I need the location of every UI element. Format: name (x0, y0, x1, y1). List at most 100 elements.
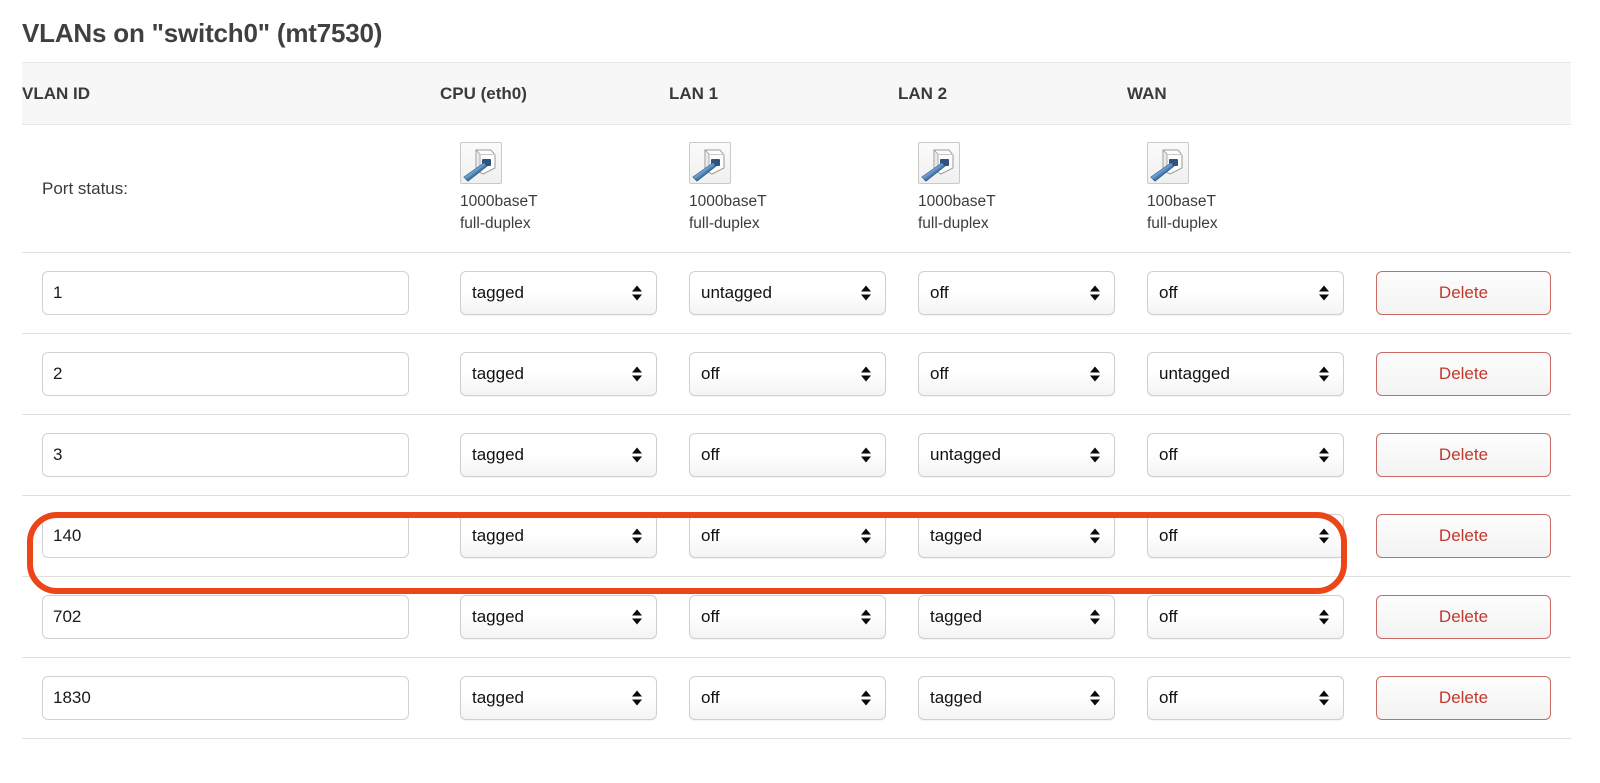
delete-button[interactable]: Delete (1376, 352, 1551, 396)
lan2-port-cell: untagged (898, 414, 1127, 496)
stepper-arrows-icon[interactable] (1090, 285, 1100, 301)
port-mode-select-lan2[interactable]: off (918, 352, 1115, 396)
stepper-arrows-icon[interactable] (861, 609, 871, 625)
port-mode-select-wan[interactable]: off (1147, 271, 1344, 315)
port-mode-select-cpu[interactable]: tagged (460, 433, 657, 477)
port-duplex: full-duplex (460, 215, 531, 232)
ethernet-port-icon (460, 141, 502, 184)
port-mode-select-lan2[interactable]: off (918, 271, 1115, 315)
vlan-id-input[interactable] (42, 433, 409, 477)
table-row: tagged off tagged (22, 576, 1571, 658)
port-mode-select-lan1[interactable]: off (689, 676, 886, 720)
wan-port-cell: off (1127, 252, 1356, 334)
cpu-port-cell: tagged (440, 414, 669, 496)
port-status-cell-cpu: 1000baseT full-duplex (440, 124, 669, 253)
vlan-id-input[interactable] (42, 514, 409, 558)
port-mode-select-wan[interactable]: off (1147, 676, 1344, 720)
column-header-lan-1: LAN 1 (669, 62, 898, 125)
column-header-actions (1356, 62, 1571, 125)
port-mode-select-cpu[interactable]: tagged (460, 595, 657, 639)
cpu-port-cell: tagged (440, 657, 669, 739)
port-duplex: full-duplex (689, 215, 760, 232)
port-mode-value: off (1159, 526, 1178, 545)
stepper-arrows-icon[interactable] (861, 366, 871, 382)
vlan-id-input[interactable] (42, 271, 409, 315)
delete-button[interactable]: Delete (1376, 514, 1551, 558)
stepper-arrows-icon[interactable] (1090, 447, 1100, 463)
port-mode-select-wan[interactable]: off (1147, 514, 1344, 558)
vlan-id-cell (22, 333, 440, 415)
vlan-table: VLAN ID CPU (eth0) LAN 1 LAN 2 WAN Port … (22, 62, 1571, 739)
port-mode-value: untagged (930, 445, 1001, 464)
port-mode-select-lan1[interactable]: off (689, 433, 886, 477)
port-status-cell-actions (1356, 124, 1571, 253)
port-mode-value: off (930, 283, 949, 302)
port-status-label: Port status: (42, 178, 128, 198)
port-speed: 1000baseT (689, 192, 767, 210)
stepper-arrows-icon[interactable] (1319, 528, 1329, 544)
cpu-port-cell: tagged (440, 252, 669, 334)
port-mode-value: tagged (472, 364, 524, 383)
port-mode-value: tagged (930, 688, 982, 707)
table-row: tagged untagged off (22, 252, 1571, 334)
port-mode-select-lan2[interactable]: tagged (918, 676, 1115, 720)
port-status-cell-lan2: 1000baseT full-duplex (898, 124, 1127, 253)
stepper-arrows-icon[interactable] (1319, 366, 1329, 382)
port-mode-value: off (1159, 445, 1178, 464)
port-mode-value: tagged (472, 445, 524, 464)
actions-cell: Delete (1356, 576, 1571, 658)
stepper-arrows-icon[interactable] (861, 528, 871, 544)
port-speed: 1000baseT (460, 192, 538, 210)
port-mode-select-wan[interactable]: off (1147, 433, 1344, 477)
stepper-arrows-icon[interactable] (632, 690, 642, 706)
port-mode-select-lan1[interactable]: untagged (689, 271, 886, 315)
stepper-arrows-icon[interactable] (632, 447, 642, 463)
port-duplex: full-duplex (1147, 215, 1218, 232)
stepper-arrows-icon[interactable] (1319, 447, 1329, 463)
stepper-arrows-icon[interactable] (1319, 609, 1329, 625)
stepper-arrows-icon[interactable] (632, 285, 642, 301)
actions-cell: Delete (1356, 495, 1571, 577)
actions-cell: Delete (1356, 252, 1571, 334)
stepper-arrows-icon[interactable] (1090, 528, 1100, 544)
lan1-port-cell: off (669, 576, 898, 658)
vlan-id-input[interactable] (42, 352, 409, 396)
column-header-vlan-id: VLAN ID (22, 62, 440, 125)
stepper-arrows-icon[interactable] (1090, 609, 1100, 625)
vlan-id-cell (22, 657, 440, 739)
stepper-arrows-icon[interactable] (1319, 690, 1329, 706)
delete-button[interactable]: Delete (1376, 433, 1551, 477)
port-status-cell-lan1: 1000baseT full-duplex (669, 124, 898, 253)
port-mode-value: tagged (472, 283, 524, 302)
vlan-id-input[interactable] (42, 676, 409, 720)
stepper-arrows-icon[interactable] (632, 609, 642, 625)
port-status-label-cell: Port status: (22, 124, 440, 253)
port-mode-select-lan1[interactable]: off (689, 514, 886, 558)
port-mode-select-lan2[interactable]: tagged (918, 595, 1115, 639)
stepper-arrows-icon[interactable] (861, 690, 871, 706)
delete-button[interactable]: Delete (1376, 271, 1551, 315)
port-mode-select-wan[interactable]: off (1147, 595, 1344, 639)
port-mode-select-cpu[interactable]: tagged (460, 271, 657, 315)
port-mode-select-lan1[interactable]: off (689, 595, 886, 639)
port-mode-select-cpu[interactable]: tagged (460, 514, 657, 558)
stepper-arrows-icon[interactable] (1090, 366, 1100, 382)
port-mode-select-cpu[interactable]: tagged (460, 352, 657, 396)
stepper-arrows-icon[interactable] (1090, 690, 1100, 706)
stepper-arrows-icon[interactable] (861, 447, 871, 463)
port-mode-select-cpu[interactable]: tagged (460, 676, 657, 720)
port-mode-select-wan[interactable]: untagged (1147, 352, 1344, 396)
port-mode-select-lan1[interactable]: off (689, 352, 886, 396)
actions-cell: Delete (1356, 414, 1571, 496)
port-mode-value: off (701, 445, 720, 464)
port-speed: 100baseT (1147, 192, 1216, 210)
vlan-id-input[interactable] (42, 595, 409, 639)
port-mode-select-lan2[interactable]: tagged (918, 514, 1115, 558)
port-mode-select-lan2[interactable]: untagged (918, 433, 1115, 477)
stepper-arrows-icon[interactable] (632, 528, 642, 544)
delete-button[interactable]: Delete (1376, 595, 1551, 639)
delete-button[interactable]: Delete (1376, 676, 1551, 720)
stepper-arrows-icon[interactable] (1319, 285, 1329, 301)
stepper-arrows-icon[interactable] (861, 285, 871, 301)
stepper-arrows-icon[interactable] (632, 366, 642, 382)
